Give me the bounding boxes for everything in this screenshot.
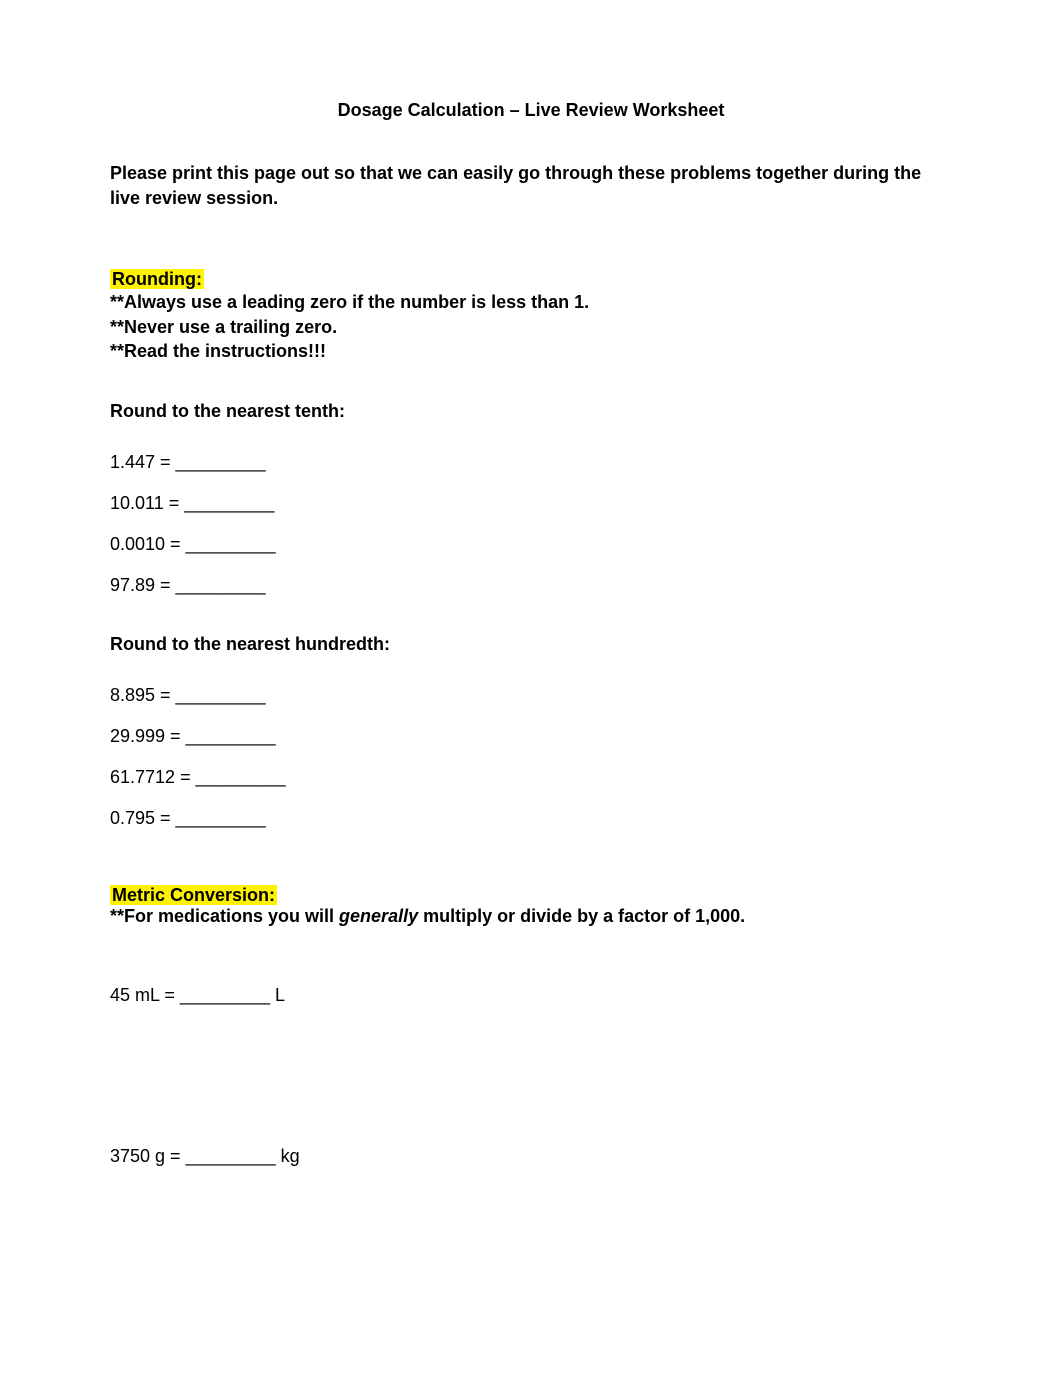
metric-rule-prefix: **For medications you will — [110, 906, 339, 926]
conversion-problem-1: 45 mL = _________ L — [110, 985, 952, 1006]
rounding-rule-2: **Never use a trailing zero. — [110, 315, 952, 339]
tenth-problem-2: 10.011 = _________ — [110, 493, 952, 514]
hundredth-problem-1: 8.895 = _________ — [110, 685, 952, 706]
tenth-problem-4: 97.89 = _________ — [110, 575, 952, 596]
metric-rule: **For medications you will generally mul… — [110, 906, 952, 927]
tenth-heading: Round to the nearest tenth: — [110, 401, 952, 422]
rounding-rule-1: **Always use a leading zero if the numbe… — [110, 290, 952, 314]
rounding-heading: Rounding: — [110, 269, 204, 289]
hundredth-problem-4: 0.795 = _________ — [110, 808, 952, 829]
rounding-rule-3: **Read the instructions!!! — [110, 339, 952, 363]
intro-text: Please print this page out so that we ca… — [110, 161, 952, 211]
hundredth-problem-2: 29.999 = _________ — [110, 726, 952, 747]
rounding-section: Rounding: **Always use a leading zero if… — [110, 269, 952, 829]
worksheet-page: Dosage Calculation – Live Review Workshe… — [0, 0, 1062, 1247]
tenth-problem-3: 0.0010 = _________ — [110, 534, 952, 555]
tenth-problem-1: 1.447 = _________ — [110, 452, 952, 473]
page-title: Dosage Calculation – Live Review Workshe… — [110, 100, 952, 121]
metric-section: Metric Conversion: **For medications you… — [110, 885, 952, 1167]
metric-rule-suffix: multiply or divide by a factor of 1,000. — [418, 906, 745, 926]
metric-rule-italic: generally — [339, 906, 418, 926]
tenth-problems: 1.447 = _________ 10.011 = _________ 0.0… — [110, 452, 952, 596]
hundredth-problems: 8.895 = _________ 29.999 = _________ 61.… — [110, 685, 952, 829]
conversion-problem-2: 3750 g = _________ kg — [110, 1146, 952, 1167]
hundredth-heading: Round to the nearest hundredth: — [110, 634, 952, 655]
hundredth-problem-3: 61.7712 = _________ — [110, 767, 952, 788]
metric-heading: Metric Conversion: — [110, 885, 277, 905]
